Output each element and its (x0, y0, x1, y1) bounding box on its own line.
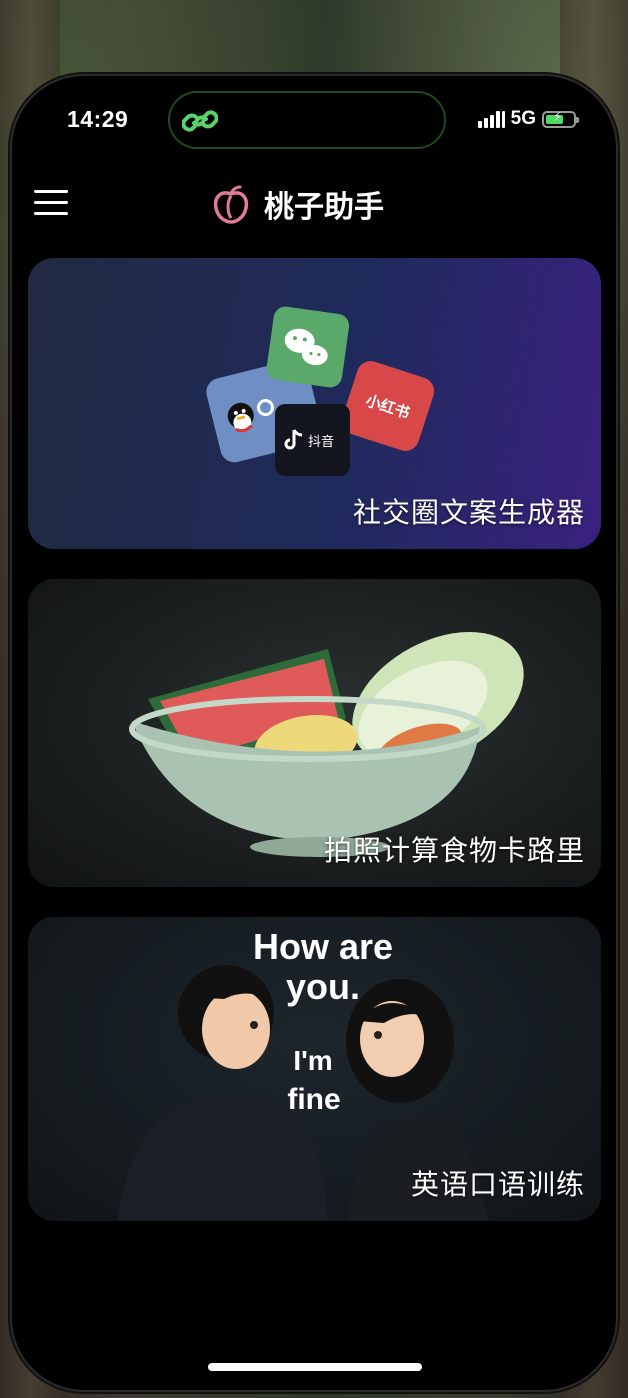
card-label-social: 社交圈文案生成器 (352, 496, 585, 529)
speech-how-are: How are (252, 926, 394, 967)
card-label-food: 拍照计算食物卡路里 (323, 834, 585, 867)
battery-icon: ⚡ (542, 110, 579, 128)
link-icon (182, 110, 218, 132)
app-title: 桃子助手 (264, 190, 384, 225)
douyin-icon: 抖音 (275, 404, 350, 476)
dynamic-island (168, 91, 446, 149)
douyin-label: 抖音 (308, 434, 334, 450)
app-brand: 桃子助手 (212, 182, 384, 226)
speech-you: you. (285, 966, 360, 1007)
card-label-english: 英语口语训练 (410, 1168, 585, 1201)
phone-frame: 14:29 5G ⚡ 桃子助手 小红书 抖音 社交圈文案生成器 拍照计算食物卡路… (12, 76, 616, 1390)
cellular-signal-icon (477, 110, 505, 128)
card-social-copy-generator[interactable]: 小红书 抖音 社交圈文案生成器 (28, 258, 601, 549)
home-indicator[interactable] (208, 1363, 422, 1371)
speech-fine: fine (287, 1083, 341, 1116)
card-food-calories[interactable]: 拍照计算食物卡路里 (28, 579, 601, 887)
status-indicators: 5G ⚡ (477, 108, 579, 130)
status-bar: 14:29 5G ⚡ (12, 76, 616, 166)
app-header: 桃子助手 (12, 176, 616, 236)
network-type: 5G (510, 108, 536, 129)
peach-icon (213, 185, 249, 224)
xiaohongshu-icon: 小红书 (341, 361, 435, 451)
speech-im: I'm (293, 1045, 333, 1076)
status-time: 14:29 (67, 106, 129, 132)
hamburger-menu-icon[interactable] (34, 190, 68, 216)
wechat-icon (266, 306, 350, 388)
card-english-speaking[interactable]: How are you. I'm fine 英语口语训练 (28, 917, 601, 1221)
